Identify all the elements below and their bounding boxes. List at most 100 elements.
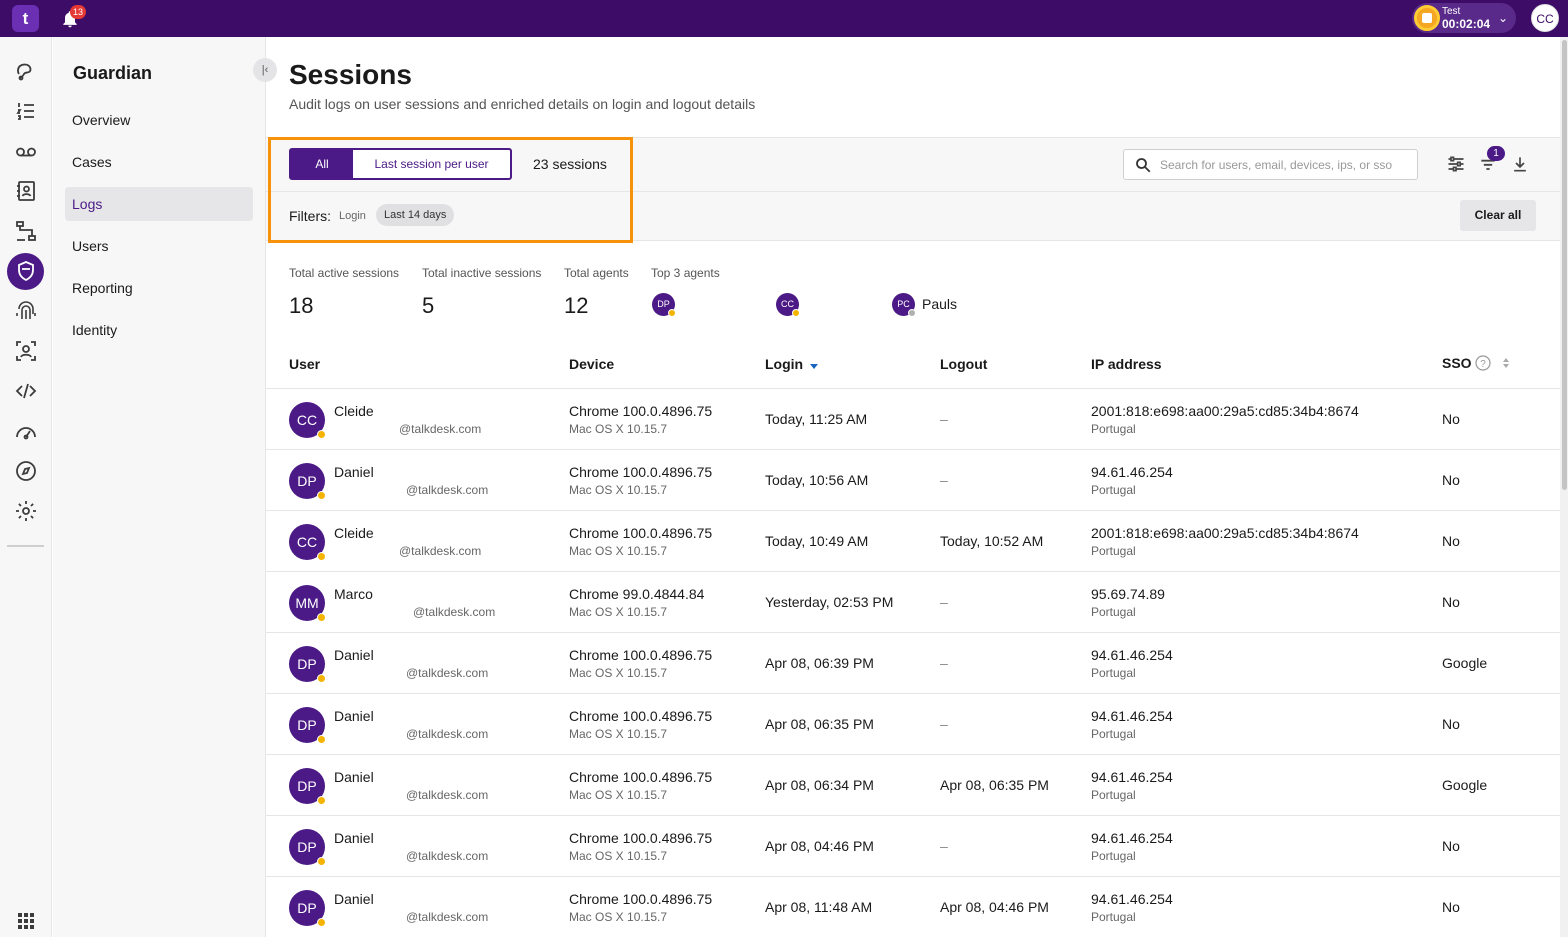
sso-value: No xyxy=(1442,716,1460,732)
gear-icon[interactable] xyxy=(14,499,38,523)
nav-item-logs[interactable]: Logs xyxy=(65,187,253,221)
column-header-login[interactable]: Login xyxy=(765,356,803,372)
device-os: Mac OS X 10.15.7 xyxy=(569,727,668,741)
ip-country: Portugal xyxy=(1091,788,1136,802)
device-browser: Chrome 100.0.4896.75 xyxy=(569,525,713,541)
subnav-title: Guardian xyxy=(73,63,153,83)
user-avatar: DP xyxy=(289,707,326,744)
user-name: Daniel xyxy=(334,830,374,846)
sessions-count: 23 sessions xyxy=(533,156,607,172)
user-avatar: DP xyxy=(289,463,326,500)
top-agent-name: Pauls xyxy=(922,296,958,312)
table-row[interactable]: MM Marco @talkdesk.com Chrome 99.0.4844.84 M… xyxy=(266,572,1560,633)
table-row[interactable]: DP Daniel @talkdesk.com Chrome 100.0.4896.7… xyxy=(266,755,1560,816)
status-icon xyxy=(1414,5,1440,31)
clear-all-button[interactable]: Clear all xyxy=(1460,200,1536,231)
scrollbar-thumb[interactable] xyxy=(1562,40,1567,490)
table-row[interactable]: DP Daniel @talkdesk.com Chrome 100.0.4896.7… xyxy=(266,816,1560,877)
sort-icon[interactable] xyxy=(1502,356,1510,370)
login-time: Yesterday, 02:53 PM xyxy=(765,594,894,610)
user-avatar[interactable]: CC xyxy=(1531,4,1559,32)
user-initials: DP xyxy=(297,656,317,672)
conversations-icon[interactable] xyxy=(14,59,38,83)
device-browser: Chrome 100.0.4896.75 xyxy=(569,647,713,663)
sso-value: Google xyxy=(1442,777,1488,793)
nav-item-identity[interactable]: Identity xyxy=(65,313,253,347)
top-agent-avatar[interactable]: PC xyxy=(892,293,916,317)
device-os: Mac OS X 10.15.7 xyxy=(569,666,668,680)
nav-item-reporting[interactable]: Reporting xyxy=(65,271,253,305)
search-icon xyxy=(1136,158,1151,173)
flows-icon[interactable] xyxy=(14,219,38,243)
fingerprint-icon[interactable] xyxy=(14,299,38,323)
download-icon[interactable] xyxy=(1510,154,1530,174)
voicemail-icon[interactable] xyxy=(14,139,38,163)
table-row[interactable]: DP Daniel @talkdesk.com Chrome 100.0.4896.7… xyxy=(266,633,1560,694)
device-browser: Chrome 100.0.4896.75 xyxy=(569,830,713,846)
top-agent-initials: CC xyxy=(781,299,794,309)
user-initials: CC xyxy=(296,534,318,550)
logout-time: – xyxy=(940,411,948,427)
app-logo[interactable]: t xyxy=(12,5,39,32)
table-row[interactable]: CC Cleide @talkdesk.com Chrome 100.0.4896.7… xyxy=(266,511,1560,572)
sort-desc-icon[interactable] xyxy=(809,362,819,370)
device-os: Mac OS X 10.15.7 xyxy=(569,483,668,497)
user-initials: DP xyxy=(297,778,317,794)
user-email: @talkdesk.com xyxy=(406,849,489,863)
table-row[interactable]: DP Daniel @talkdesk.com Chrome 100.0.4896.7… xyxy=(266,694,1560,755)
column-settings-icon[interactable] xyxy=(1446,154,1466,174)
guardian-subnav: Guardian |‹ Overview Cases Logs Users Re… xyxy=(53,37,277,937)
top-agent-avatar[interactable]: CC xyxy=(776,293,800,317)
device-browser: Chrome 100.0.4896.75 xyxy=(569,708,713,724)
device-browser: Chrome 99.0.4844.84 xyxy=(569,586,705,602)
help-icon[interactable]: ? xyxy=(1475,355,1491,371)
nav-item-users[interactable]: Users xyxy=(65,229,253,263)
user-name: Daniel xyxy=(334,464,374,480)
sso-value: No xyxy=(1442,594,1460,610)
sso-value: Google xyxy=(1442,655,1488,671)
device-os: Mac OS X 10.15.7 xyxy=(569,910,668,924)
view-all-button[interactable]: All xyxy=(291,150,353,178)
column-header-logout[interactable]: Logout xyxy=(940,356,987,372)
dashboard-icon[interactable] xyxy=(14,419,38,443)
filter-chip-date-range[interactable]: Last 14 days xyxy=(376,204,455,226)
agent-status-selector[interactable]: Test 00:02:04 ⌄ xyxy=(1412,3,1516,33)
contacts-icon[interactable] xyxy=(14,179,38,203)
identity-icon[interactable] xyxy=(14,339,38,363)
list-icon[interactable] xyxy=(14,99,38,123)
code-icon[interactable] xyxy=(14,379,38,403)
search-input[interactable] xyxy=(1160,154,1410,176)
user-avatar: CC xyxy=(289,402,326,439)
column-header-device[interactable]: Device xyxy=(569,356,614,372)
sessions-toolbar: All Last session per user 23 sessions 1 xyxy=(266,137,1560,191)
user-initials: MM xyxy=(295,595,319,611)
user-initials: CC xyxy=(296,412,318,428)
stat-top-agents-label: Top 3 agents xyxy=(651,266,720,280)
search-box[interactable] xyxy=(1123,149,1418,180)
notification-badge: 13 xyxy=(70,5,87,19)
ip-country: Portugal xyxy=(1091,910,1136,924)
nav-item-cases[interactable]: Cases xyxy=(65,145,253,179)
ip-address: 94.61.46.254 xyxy=(1091,769,1173,785)
user-name: Daniel xyxy=(334,769,374,785)
login-time: Apr 08, 06:35 PM xyxy=(765,716,874,732)
table-row[interactable]: DP Daniel @talkdesk.com Chrome 100.0.4896.7… xyxy=(266,450,1560,511)
compass-icon[interactable] xyxy=(14,459,38,483)
nav-item-overview[interactable]: Overview xyxy=(65,103,253,137)
user-name: Marco xyxy=(334,586,373,602)
user-name: Daniel xyxy=(334,647,374,663)
column-header-user[interactable]: User xyxy=(289,356,320,372)
logout-time: – xyxy=(940,472,948,488)
top-agent-avatar[interactable]: DP xyxy=(652,293,676,317)
ip-address: 94.61.46.254 xyxy=(1091,830,1173,846)
view-last-session-button[interactable]: Last session per user xyxy=(353,150,510,178)
guardian-shield-icon[interactable] xyxy=(14,259,38,283)
column-header-sso[interactable]: SSO xyxy=(1442,355,1472,371)
stat-agents-label: Total agents xyxy=(564,266,629,280)
login-time: Apr 08, 06:39 PM xyxy=(765,655,874,671)
table-row[interactable]: CC Cleide @talkdesk.com Chrome 100.0.4896.7… xyxy=(266,389,1560,450)
user-email: @talkdesk.com xyxy=(406,788,489,802)
table-row[interactable]: DP Daniel @talkdesk.com Chrome 100.0.4896.7… xyxy=(266,877,1560,937)
column-header-ip[interactable]: IP address xyxy=(1091,356,1162,372)
apps-grid-icon[interactable] xyxy=(14,909,38,933)
